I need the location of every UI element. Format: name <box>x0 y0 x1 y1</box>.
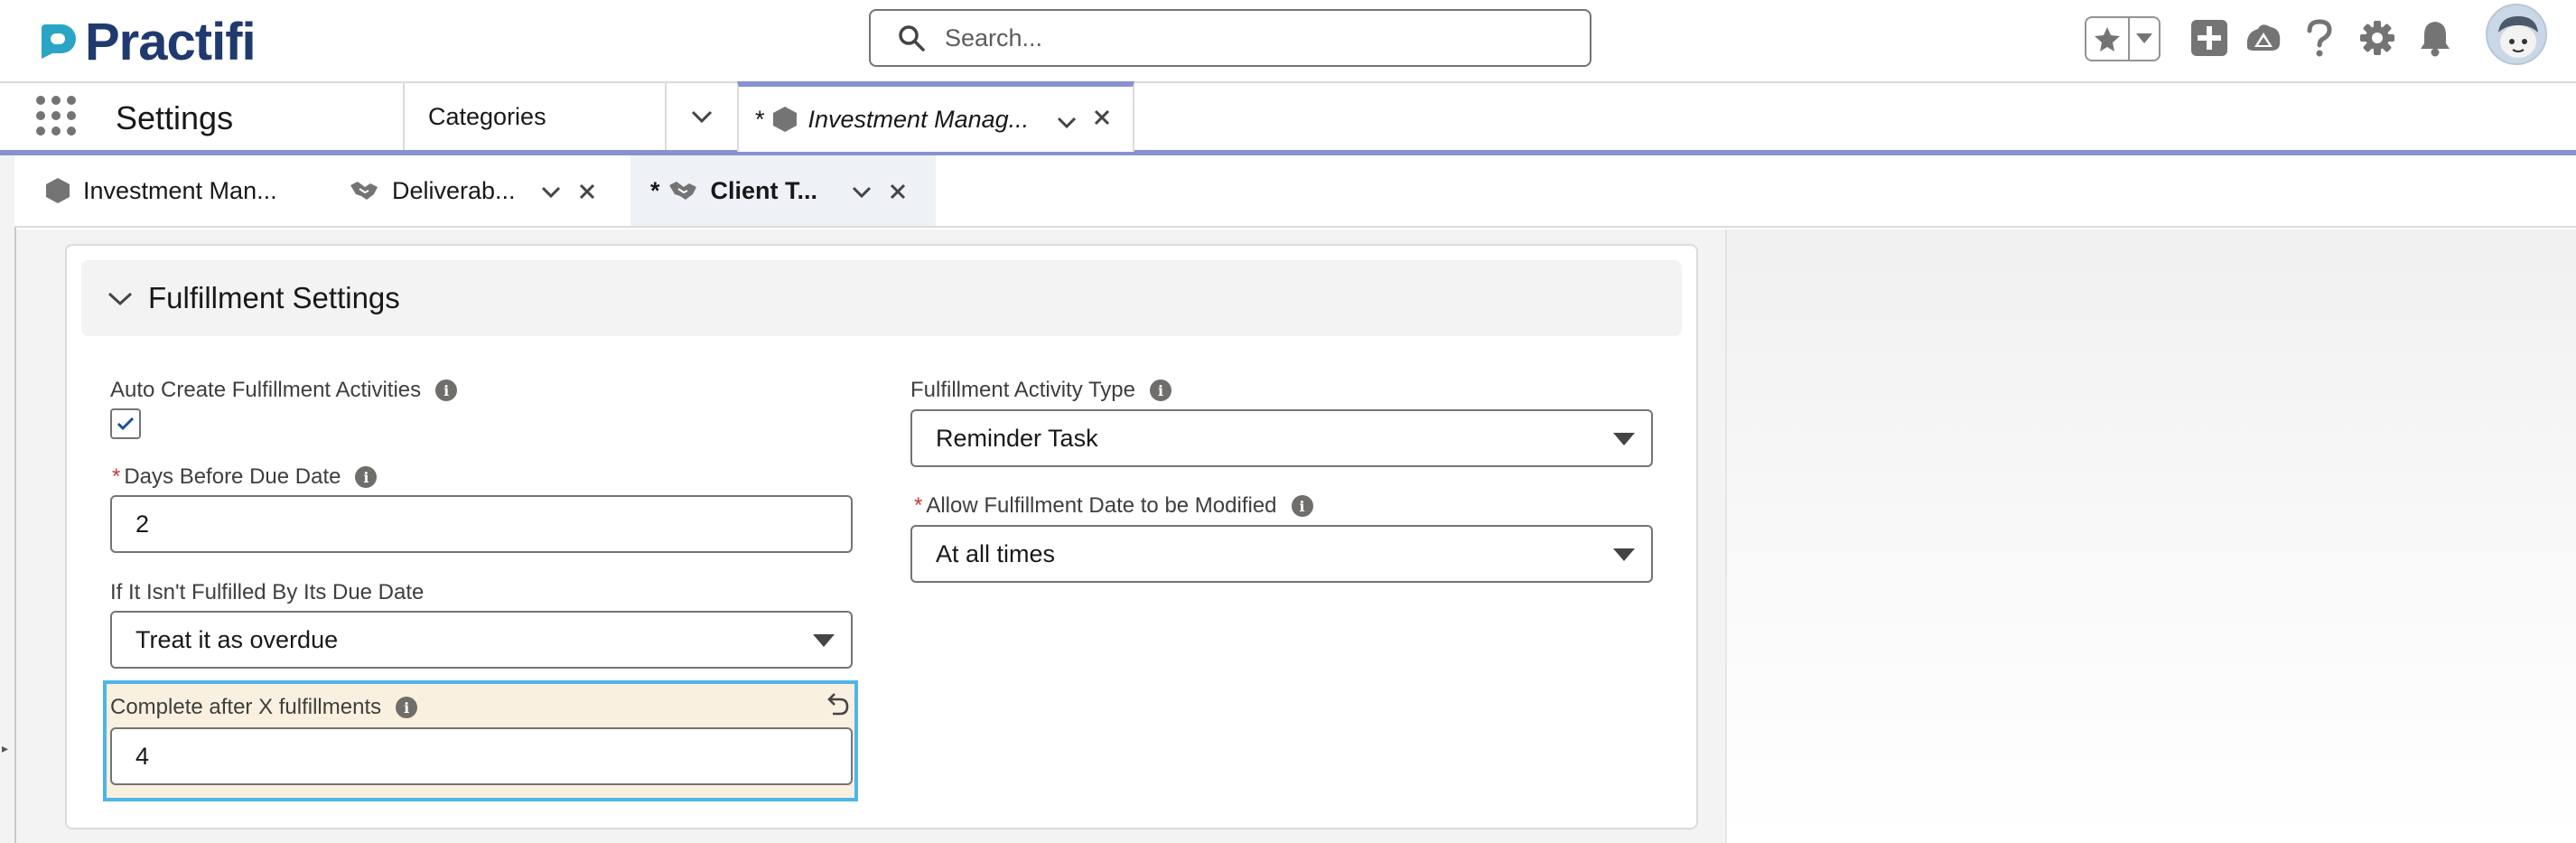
add-button[interactable] <box>2188 16 2231 60</box>
days-before-due-date-input[interactable]: 2 <box>110 495 853 553</box>
chevron-down-icon <box>107 292 133 306</box>
subtab-close-button[interactable] <box>569 173 605 210</box>
subtab-label: Client T... <box>710 176 818 204</box>
side-panel-area <box>1725 229 2576 843</box>
app-launcher-icon[interactable] <box>36 96 76 136</box>
user-avatar[interactable] <box>2486 4 2547 65</box>
nav-item-categories[interactable]: Categories <box>403 83 665 150</box>
field-label-text: Complete after X fulfillments <box>110 695 382 719</box>
nav-menu-dropdown[interactable] <box>665 83 737 150</box>
field-label-text: If It Isn't Fulfilled By Its Due Date <box>110 580 425 604</box>
select-caret-icon <box>813 634 835 647</box>
expand-arrow-icon[interactable]: ▸ <box>2 741 8 756</box>
subtab-menu-button[interactable] <box>533 173 569 210</box>
help-button[interactable] <box>2298 16 2341 60</box>
nav-item-label: Categories <box>428 102 546 130</box>
handshake-icon <box>668 182 696 200</box>
global-header: Practifi <box>0 0 2576 83</box>
chevron-down-icon <box>691 110 713 124</box>
favorites-button-group <box>2085 16 2161 61</box>
chevron-down-icon <box>541 186 561 198</box>
not-fulfilled-label: If It Isn't Fulfilled By Its Due Date <box>110 580 424 605</box>
help-icon <box>2307 19 2332 57</box>
info-icon[interactable]: i <box>1291 495 1313 517</box>
close-icon <box>579 183 595 200</box>
subtab-investment-management[interactable]: Investment Man... <box>45 155 325 226</box>
chevron-down-icon <box>1057 117 1077 129</box>
chevron-down-icon <box>852 186 872 198</box>
info-icon[interactable]: i <box>1149 379 1171 401</box>
auto-create-checkbox[interactable] <box>110 408 141 439</box>
trailhead-button[interactable] <box>2242 16 2285 60</box>
complete-after-label: Complete after X fulfillments i <box>110 695 418 720</box>
subtab-deliverables[interactable]: Deliverab... <box>349 155 638 226</box>
activity-type-select[interactable]: Reminder Task <box>910 409 1653 467</box>
practifi-logo-icon <box>42 24 76 59</box>
logo-text: Practifi <box>85 12 257 71</box>
allow-modified-label: * Allow Fulfillment Date to be Modified … <box>914 493 1313 519</box>
field-label-text: Auto Create Fulfillment Activities <box>110 378 422 402</box>
close-icon <box>1094 109 1110 126</box>
tab-menu-button[interactable] <box>1057 107 1077 135</box>
subtab-modified-indicator: * <box>650 176 660 204</box>
field-label-text: Fulfillment Activity Type <box>910 378 1135 402</box>
search-icon <box>899 25 925 52</box>
setup-gear-icon <box>2360 21 2394 55</box>
info-icon[interactable]: i <box>355 466 378 488</box>
caret-down-icon <box>2136 33 2152 43</box>
app-navigation-bar: Settings Categories * Investment Manag..… <box>0 81 2576 155</box>
field-value: Treat it as overdue <box>135 625 339 653</box>
days-before-due-date-label: * Days Before Due Date i <box>112 464 378 490</box>
auto-create-label: Auto Create Fulfillment Activities i <box>110 378 458 403</box>
field-value: 2 <box>135 510 150 538</box>
tab-close-button[interactable] <box>1093 105 1111 133</box>
field-value: At all times <box>936 539 1056 567</box>
select-caret-icon <box>1613 433 1635 445</box>
search-input[interactable] <box>945 23 1559 52</box>
subtab-label: Investment Man... <box>83 176 277 204</box>
section-header-fulfillment-settings[interactable]: Fulfillment Settings <box>81 260 1682 336</box>
workspace-tab-investment-management[interactable]: * Investment Manag... <box>737 81 1134 152</box>
add-icon <box>2191 20 2227 56</box>
practifi-logo[interactable]: Practifi <box>36 9 257 74</box>
subtab-label: Deliverab... <box>392 176 516 204</box>
favorites-dropdown-button[interactable] <box>2128 18 2159 60</box>
subtab-client-t[interactable]: * Client T... <box>630 155 936 226</box>
field-value: 4 <box>135 742 150 770</box>
tab-label: Investment Manag... <box>807 105 1030 133</box>
section-title: Fulfillment Settings <box>148 281 400 314</box>
star-icon <box>2095 27 2120 52</box>
hexagon-icon <box>46 178 70 203</box>
not-fulfilled-select[interactable]: Treat it as overdue <box>110 611 853 669</box>
allow-modified-select[interactable]: At all times <box>910 525 1653 583</box>
subtab-bar: Investment Man... Deliverab... * Client … <box>14 155 2576 228</box>
info-icon[interactable]: i <box>396 697 418 718</box>
field-label-text: Allow Fulfillment Date to be Modified <box>926 493 1277 518</box>
required-indicator: * <box>914 493 923 518</box>
activity-type-label: Fulfillment Activity Type i <box>910 378 1171 403</box>
trailhead-icon <box>2246 24 2281 51</box>
close-icon <box>890 183 906 200</box>
subtab-close-button[interactable] <box>880 173 916 210</box>
hexagon-icon <box>772 107 797 132</box>
checkmark-icon <box>117 417 135 431</box>
notifications-bell-icon <box>2421 22 2450 57</box>
tab-modified-indicator: * <box>755 105 765 133</box>
notifications-button[interactable] <box>2413 16 2457 60</box>
undo-icon[interactable] <box>824 690 851 717</box>
field-label-text: Days Before Due Date <box>124 464 341 489</box>
select-caret-icon <box>1613 548 1635 561</box>
complete-after-input[interactable]: 4 <box>110 727 853 785</box>
global-search[interactable] <box>869 9 1591 67</box>
avatar-icon <box>2487 5 2545 63</box>
left-rail: ▸ <box>0 155 16 843</box>
info-icon[interactable]: i <box>435 379 458 401</box>
setup-button[interactable] <box>2356 16 2399 60</box>
subtab-menu-button[interactable] <box>844 173 880 210</box>
field-value: Reminder Task <box>936 424 1098 452</box>
favorites-star-button[interactable] <box>2086 18 2128 60</box>
required-indicator: * <box>112 464 121 489</box>
handshake-icon <box>350 182 378 200</box>
app-name: Settings <box>116 99 234 136</box>
